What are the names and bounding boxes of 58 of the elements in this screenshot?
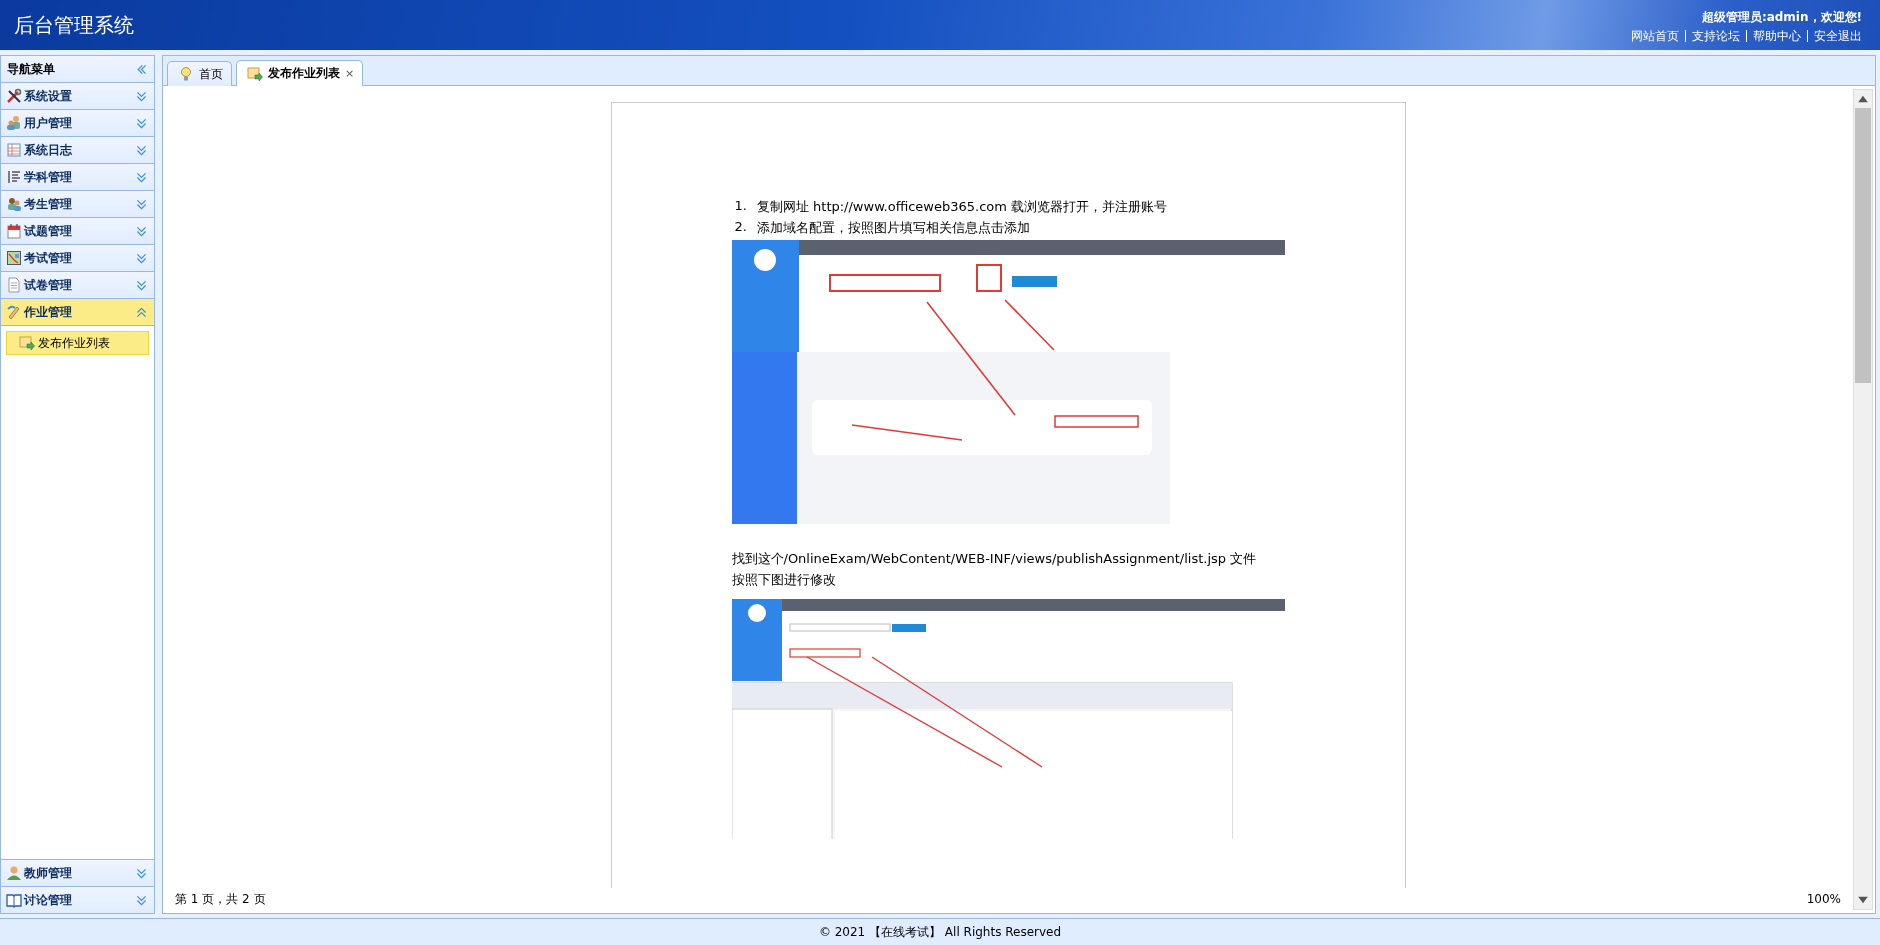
collapse-icon xyxy=(135,62,148,76)
list-number: 2. xyxy=(734,219,747,236)
chart-icon xyxy=(6,250,22,266)
users-icon xyxy=(6,196,22,212)
document-icon xyxy=(6,277,22,293)
expand-icon xyxy=(135,89,148,103)
tools-icon xyxy=(6,88,22,104)
expand-icon xyxy=(135,143,148,157)
close-button[interactable]: × xyxy=(345,67,355,80)
expand-icon xyxy=(135,170,148,184)
users-icon xyxy=(6,115,22,131)
list-item-text: 复制网址 http://www.officeweb365.com 载浏览器打开，并注册账号 xyxy=(756,198,1168,216)
header-link[interactable]: 网站首页 xyxy=(1625,29,1685,42)
greeting-text: 超级管理员:admin，欢迎您! xyxy=(1701,8,1862,26)
expand-icon xyxy=(135,197,148,211)
scrollbar[interactable] xyxy=(1853,89,1873,910)
lightbulb-icon xyxy=(178,66,194,82)
pencil-icon xyxy=(6,304,22,320)
book-icon xyxy=(6,892,22,908)
expand-icon xyxy=(135,866,148,880)
list-item-text: 添加域名配置，按照图片填写相关信息点击添加 xyxy=(756,219,1030,237)
list-number: 1. xyxy=(734,198,747,215)
page-indicator: 第 1 页，共 2 页 xyxy=(175,890,266,908)
menu-section[interactable]: 系统设置 xyxy=(1,83,154,110)
sidebar-title: 导航菜单 xyxy=(7,60,55,78)
expand-icon xyxy=(135,893,148,907)
note-icon xyxy=(19,335,35,351)
tab[interactable]: 发布作业列表 × xyxy=(236,60,364,86)
header-link[interactable]: 帮助中心 xyxy=(1746,29,1807,42)
menu-section[interactable]: 系统日志 xyxy=(1,137,154,164)
menu-section[interactable]: 试题管理 xyxy=(1,218,154,245)
copyright-text: © 2021 【在线考试】 All Rights Reserved xyxy=(818,923,1062,941)
paragraph-text: 找到这个/OnlineExam/WebContent/WEB-INF/views/publishAssignment/list.jsp 文件 xyxy=(731,550,1257,568)
note-icon xyxy=(247,65,263,82)
list-icon xyxy=(6,169,22,185)
tab[interactable]: 首页 xyxy=(167,61,232,86)
menu-section[interactable]: 用户管理 xyxy=(1,110,154,137)
app-title: 后台管理系统 xyxy=(14,11,134,39)
expand-icon xyxy=(135,116,148,130)
menu-section[interactable]: 考生管理 xyxy=(1,191,154,218)
paragraph-text: 按照下图进行修改 xyxy=(731,571,837,589)
table-icon xyxy=(6,142,22,158)
header-link[interactable]: 安全退出 xyxy=(1807,29,1862,42)
zoom-level: 100% xyxy=(1806,892,1841,906)
menu-section[interactable]: 学科管理 xyxy=(1,164,154,191)
header-link[interactable]: 支持论坛 xyxy=(1685,29,1746,42)
menu-section[interactable]: 考试管理 xyxy=(1,245,154,272)
person-icon xyxy=(6,865,22,881)
menu-section[interactable]: 作业管理 xyxy=(1,299,154,326)
submenu-item[interactable]: 发布作业列表 xyxy=(6,331,149,355)
calendar-icon xyxy=(6,223,22,239)
menu-section[interactable]: 讨论管理 xyxy=(1,886,154,913)
collapse-icon xyxy=(135,305,148,319)
menu-section[interactable]: 教师管理 xyxy=(1,859,154,886)
expand-icon xyxy=(135,224,148,238)
menu-section[interactable]: 试卷管理 xyxy=(1,272,154,299)
expand-icon xyxy=(135,278,148,292)
expand-icon xyxy=(135,251,148,265)
